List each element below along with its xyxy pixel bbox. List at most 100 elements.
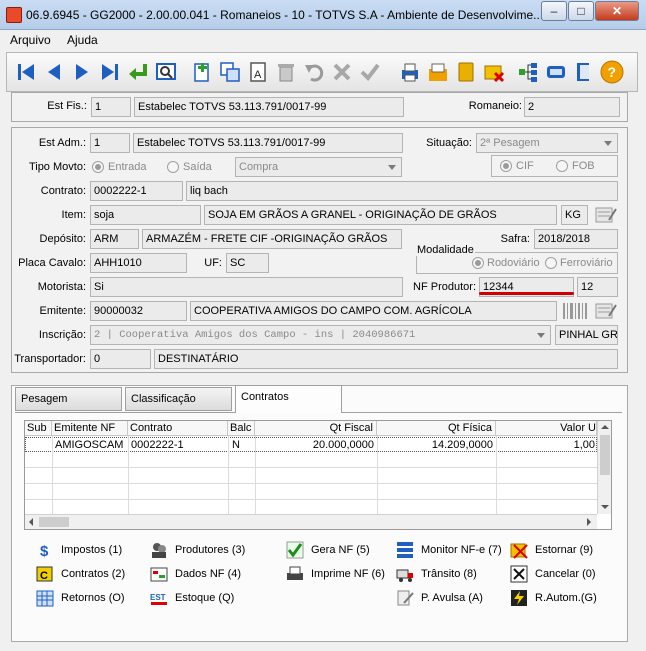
item-detail-icon[interactable] — [595, 206, 617, 224]
cell-qt-fisica: 14.209,0000 — [431, 439, 493, 451]
scroll-up-icon[interactable] — [601, 425, 609, 429]
confirm-icon[interactable] — [357, 59, 383, 85]
contrato-field[interactable]: 0002222-1 — [90, 181, 183, 201]
horizontal-scroll-thumb[interactable] — [39, 517, 69, 527]
deposito-code-field[interactable]: ARM — [90, 229, 139, 249]
previous-record-icon[interactable] — [41, 59, 67, 85]
help-icon[interactable]: ? — [599, 59, 625, 85]
tree-icon[interactable] — [515, 59, 541, 85]
item-code-field[interactable]: soja — [90, 205, 201, 225]
tab-pesagem[interactable]: Pesagem — [15, 387, 122, 411]
ferroviario-radio[interactable] — [545, 257, 557, 269]
romaneio-field[interactable]: 2 — [524, 97, 620, 117]
loose-weighing-icon — [396, 589, 414, 607]
scroll-down-icon[interactable] — [601, 505, 609, 509]
invoice-data-icon — [150, 565, 168, 583]
gera-nf-button[interactable]: Gera NF (5) — [286, 540, 370, 560]
report-icon[interactable] — [425, 59, 451, 85]
saida-radio[interactable] — [167, 161, 179, 173]
safra-field[interactable]: 2018/2018 — [534, 229, 618, 249]
close-button[interactable]: ✕ — [595, 1, 639, 21]
first-record-icon[interactable] — [13, 59, 39, 85]
grid-col-line — [255, 436, 256, 514]
grid-col-line — [377, 436, 378, 514]
inscricao-city-field: PINHAL GRA — [555, 325, 618, 345]
situacao-select[interactable]: 2ª Pesagem — [476, 133, 618, 153]
p-avulsa-button[interactable]: P. Avulsa (A) — [396, 588, 483, 608]
rodoviario-radio[interactable] — [472, 257, 484, 269]
produtores-button[interactable]: Produtores (3) — [150, 540, 245, 560]
contracts-grid[interactable]: Sub Emitente NF Contrato Balc Qt Fiscal … — [24, 420, 612, 530]
nf-serie-field[interactable]: 12 — [577, 277, 618, 297]
goto-icon[interactable] — [125, 59, 151, 85]
estoque-label: Estoque (Q) — [175, 592, 235, 604]
col-emitente-nf[interactable]: Emitente NF — [52, 421, 128, 436]
monitor-nfe-button[interactable]: Monitor NF-e (7) — [396, 540, 502, 560]
menu-arquivo[interactable]: Arquivo — [10, 33, 51, 47]
placa-cavalo-field[interactable]: AHH1010 — [90, 253, 187, 273]
estornar-button[interactable]: Estornar (9) — [510, 540, 593, 560]
motorista-field[interactable]: Si — [90, 277, 403, 297]
est-adm-name-field: Estabelec TOTVS 53.113.791/0017-99 — [133, 133, 403, 153]
retornos-button[interactable]: Retornos (O) — [36, 588, 125, 608]
monitor-icon — [396, 541, 414, 559]
col-qt-fiscal[interactable]: Qt Fiscal — [255, 421, 377, 436]
col-qt-fisica[interactable]: Qt Física — [377, 421, 496, 436]
print-setup-icon[interactable] — [543, 59, 569, 85]
entrada-radio[interactable] — [92, 161, 104, 173]
impostos-button[interactable]: $ Impostos (1) — [36, 540, 122, 560]
col-balc[interactable]: Balc — [228, 421, 255, 436]
imprime-nf-button[interactable]: Imprime NF (6) — [286, 564, 385, 584]
cancel-icon[interactable] — [329, 59, 355, 85]
cif-radio[interactable] — [500, 160, 512, 172]
next-record-icon[interactable] — [69, 59, 95, 85]
transito-button[interactable]: Trânsito (8) — [396, 564, 477, 584]
contract-icon: C — [36, 565, 54, 583]
fob-radio[interactable] — [556, 160, 568, 172]
edit-record-icon[interactable]: A — [245, 59, 271, 85]
grid-line — [25, 483, 597, 484]
p-avulsa-label: P. Avulsa (A) — [421, 592, 483, 604]
exit-icon[interactable] — [571, 59, 597, 85]
compra-select[interactable]: Compra — [235, 157, 402, 177]
uf-field[interactable]: SC — [226, 253, 269, 273]
est-adm-code-field[interactable]: 1 — [90, 133, 130, 153]
estoque-button[interactable]: EST Estoque (Q) — [150, 588, 234, 608]
cancelar-button[interactable]: Cancelar (0) — [510, 564, 596, 584]
emitente-detail-icon[interactable] — [595, 302, 617, 320]
table-row[interactable]: AMIGOSCAM 0002222-1 N 20.000,0000 14.209… — [25, 437, 597, 452]
search-icon[interactable] — [153, 59, 179, 85]
maximize-button[interactable]: □ — [568, 1, 594, 21]
emitente-code-field[interactable]: 90000032 — [90, 301, 187, 321]
col-contrato[interactable]: Contrato — [128, 421, 228, 436]
new-record-icon[interactable] — [189, 59, 215, 85]
last-record-icon[interactable] — [97, 59, 123, 85]
folder-icon[interactable] — [453, 59, 479, 85]
horizontal-scrollbar[interactable] — [25, 514, 597, 529]
col-sub[interactable]: Sub — [25, 421, 52, 436]
tab-classificacao[interactable]: Classificação — [125, 387, 232, 411]
transportador-code-field[interactable]: 0 — [90, 349, 151, 369]
copy-record-icon[interactable] — [217, 59, 243, 85]
r-autom-button[interactable]: R.Autom.(G) — [510, 588, 597, 608]
contratos-button[interactable]: C Contratos (2) — [36, 564, 125, 584]
barcode-icon[interactable] — [562, 301, 588, 321]
print-icon[interactable] — [397, 59, 423, 85]
printer-icon — [286, 565, 304, 583]
dados-nf-button[interactable]: Dados NF (4) — [150, 564, 241, 584]
col-valor-u[interactable]: Valor U — [496, 421, 597, 436]
scroll-left-icon[interactable] — [29, 518, 33, 526]
remove-folder-icon[interactable] — [481, 59, 507, 85]
tab-contratos[interactable]: Contratos — [235, 385, 342, 412]
undo-icon[interactable] — [301, 59, 327, 85]
delete-record-icon[interactable] — [273, 59, 299, 85]
menu-ajuda[interactable]: Ajuda — [67, 33, 98, 47]
minimize-button[interactable]: – — [541, 1, 567, 21]
vertical-scrollbar[interactable] — [597, 421, 611, 514]
est-adm-label: Est Adm.: — [38, 137, 86, 149]
deposito-label: Depósito: — [39, 233, 86, 245]
inscricao-select[interactable]: 2 | Cooperativa Amigos dos Campo - ins |… — [90, 325, 551, 345]
est-fis-code-field[interactable]: 1 — [91, 97, 131, 117]
vertical-scroll-thumb[interactable] — [600, 435, 610, 475]
scroll-right-icon[interactable] — [587, 518, 591, 526]
